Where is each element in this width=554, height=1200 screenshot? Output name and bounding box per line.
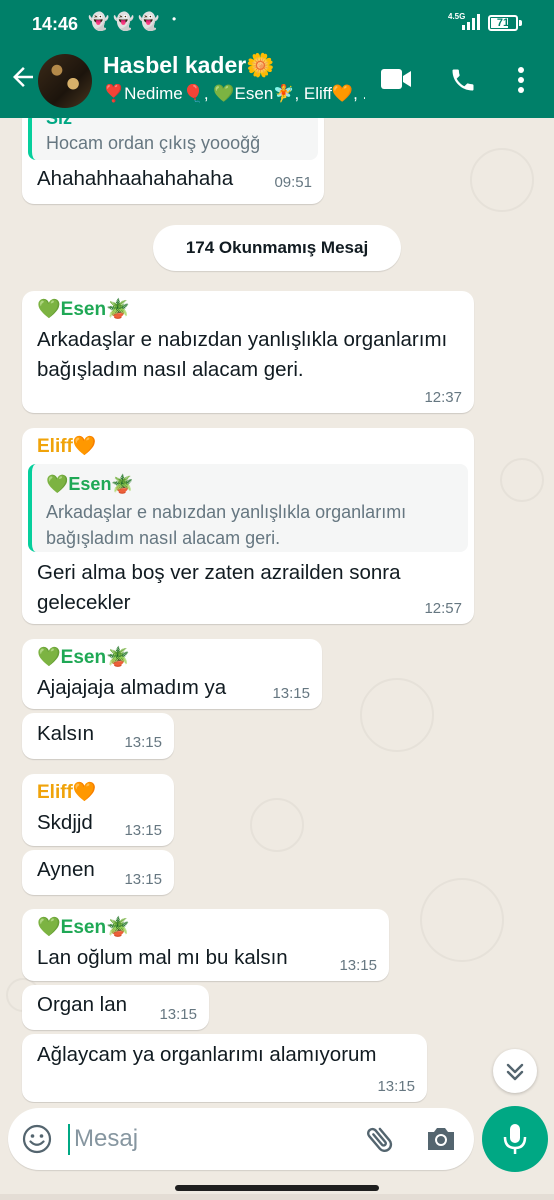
message-bubble[interactable]: Aynen 13:15: [22, 850, 174, 895]
message-time: 12:57: [424, 600, 462, 617]
message-text: Skdjjd: [37, 811, 93, 834]
battery-level: 71: [496, 17, 510, 29]
camera-icon[interactable]: [425, 1124, 457, 1154]
emoji-icon[interactable]: [22, 1124, 52, 1154]
message-time: 12:37: [424, 389, 462, 406]
message-bubble[interactable]: Eliff🧡 💚Esen🪴 Arkadaşlar e nabızdan yanl…: [22, 428, 474, 624]
chat-area[interactable]: Siz Hocam ordan çıkış yoooğğ Ahahahhaaha…: [0, 118, 554, 1103]
battery-icon: 71: [488, 15, 518, 31]
quoted-sender: 💚Esen🪴: [46, 474, 134, 494]
attach-icon[interactable]: [363, 1122, 397, 1156]
top-bar: 14:46 👻👻👻 • 4.5G 71 Hasbel kader🌼 ❣️Nedi…: [0, 0, 554, 118]
scroll-to-bottom-button[interactable]: [493, 1049, 537, 1093]
message-time: 13:15: [377, 1078, 415, 1095]
snapchat-notification-icons: 👻👻👻: [88, 12, 164, 31]
message-text: Ajajajaja almadım ya: [37, 676, 227, 699]
more-options-icon[interactable]: [514, 66, 528, 94]
sender-name[interactable]: 💚Esen🪴: [37, 297, 130, 321]
message-bubble[interactable]: Siz Hocam ordan çıkış yoooğğ Ahahahhaaha…: [22, 118, 324, 204]
mic-button[interactable]: [482, 1106, 548, 1172]
message-bubble[interactable]: 💚Esen🪴 Lan oğlum mal mı bu kalsın 13:15: [22, 909, 389, 981]
quoted-text: Hocam ordan çıkış yoooğğ: [46, 133, 261, 153]
message-text: Lan oğlum mal mı bu kalsın: [37, 946, 288, 969]
message-bubble[interactable]: Eliff🧡 Skdjjd 13:15: [22, 774, 174, 846]
message-bubble[interactable]: Organ lan 13:15: [22, 985, 209, 1030]
wallpaper-doodle: [470, 148, 534, 212]
group-avatar[interactable]: [38, 54, 92, 108]
message-time: 09:51: [274, 174, 312, 191]
bottom-edge: [0, 1194, 554, 1200]
notification-dot: •: [172, 12, 177, 26]
quoted-sender: Siz: [46, 118, 73, 128]
wallpaper-doodle: [420, 878, 504, 962]
chevron-double-down-icon: [506, 1063, 524, 1081]
quoted-message[interactable]: 💚Esen🪴 Arkadaşlar e nabızdan yanlışlıkla…: [28, 464, 468, 552]
text-cursor: [68, 1124, 70, 1155]
status-time: 14:46: [32, 14, 79, 34]
unread-messages-banner: 174 Okunmamış Mesaj: [153, 225, 401, 271]
group-name[interactable]: Hasbel kader🌼: [103, 52, 275, 79]
signal-icon: [462, 14, 480, 30]
sender-name[interactable]: 💚Esen🪴: [37, 915, 130, 939]
wallpaper-doodle: [500, 458, 544, 502]
message-time: 13:15: [124, 734, 162, 751]
message-bubble[interactable]: Kalsın 13:15: [22, 713, 174, 759]
quoted-text: Arkadaşlar e nabızdan yanlışlıkla organl…: [46, 502, 407, 548]
sender-name[interactable]: Eliff🧡: [37, 434, 97, 458]
message-bubble[interactable]: 💚Esen🪴 Ajajajaja almadım ya 13:15: [22, 639, 322, 709]
message-time: 13:15: [124, 822, 162, 839]
message-text: Kalsın: [37, 722, 94, 745]
message-text: Ağlaycam ya organlarımı alamıyorum: [37, 1043, 377, 1066]
message-bubble[interactable]: Ağlaycam ya organlarımı alamıyorum 13:15: [22, 1034, 427, 1102]
group-members[interactable]: ❣️Nedime🎈, 💚Esen🧚, Eliff🧡, ...: [103, 84, 365, 104]
message-time: 13:15: [272, 685, 310, 702]
back-arrow-icon[interactable]: [8, 62, 38, 92]
message-text: Arkadaşlar e nabızdan yanlışlıkla organl…: [37, 328, 448, 381]
home-indicator[interactable]: [175, 1185, 379, 1191]
message-text: Ahahahhaahahahaha: [37, 167, 234, 190]
message-bubble[interactable]: 💚Esen🪴 Arkadaşlar e nabızdan yanlışlıkla…: [22, 291, 474, 413]
message-time: 13:15: [339, 957, 377, 974]
mic-icon: [503, 1124, 527, 1154]
message-text: Organ lan: [37, 993, 128, 1016]
message-input[interactable]: [74, 1120, 354, 1158]
voice-call-icon[interactable]: [449, 66, 477, 94]
status-bar: 14:46 👻👻👻 • 4.5G 71: [0, 0, 554, 48]
message-time: 13:15: [159, 1006, 197, 1023]
message-time: 13:15: [124, 871, 162, 888]
video-call-icon[interactable]: [380, 66, 412, 92]
message-composer[interactable]: [8, 1108, 474, 1170]
wallpaper-doodle: [250, 798, 304, 852]
quoted-message[interactable]: Siz Hocam ordan çıkış yoooğğ: [28, 118, 318, 160]
message-text: Geri alma boş ver zaten azrailden sonra …: [37, 561, 401, 614]
sender-name[interactable]: Eliff🧡: [37, 780, 97, 804]
sender-name[interactable]: 💚Esen🪴: [37, 645, 130, 669]
battery-tip: [519, 20, 522, 26]
message-text: Aynen: [37, 858, 95, 881]
wallpaper-doodle: [360, 678, 434, 752]
